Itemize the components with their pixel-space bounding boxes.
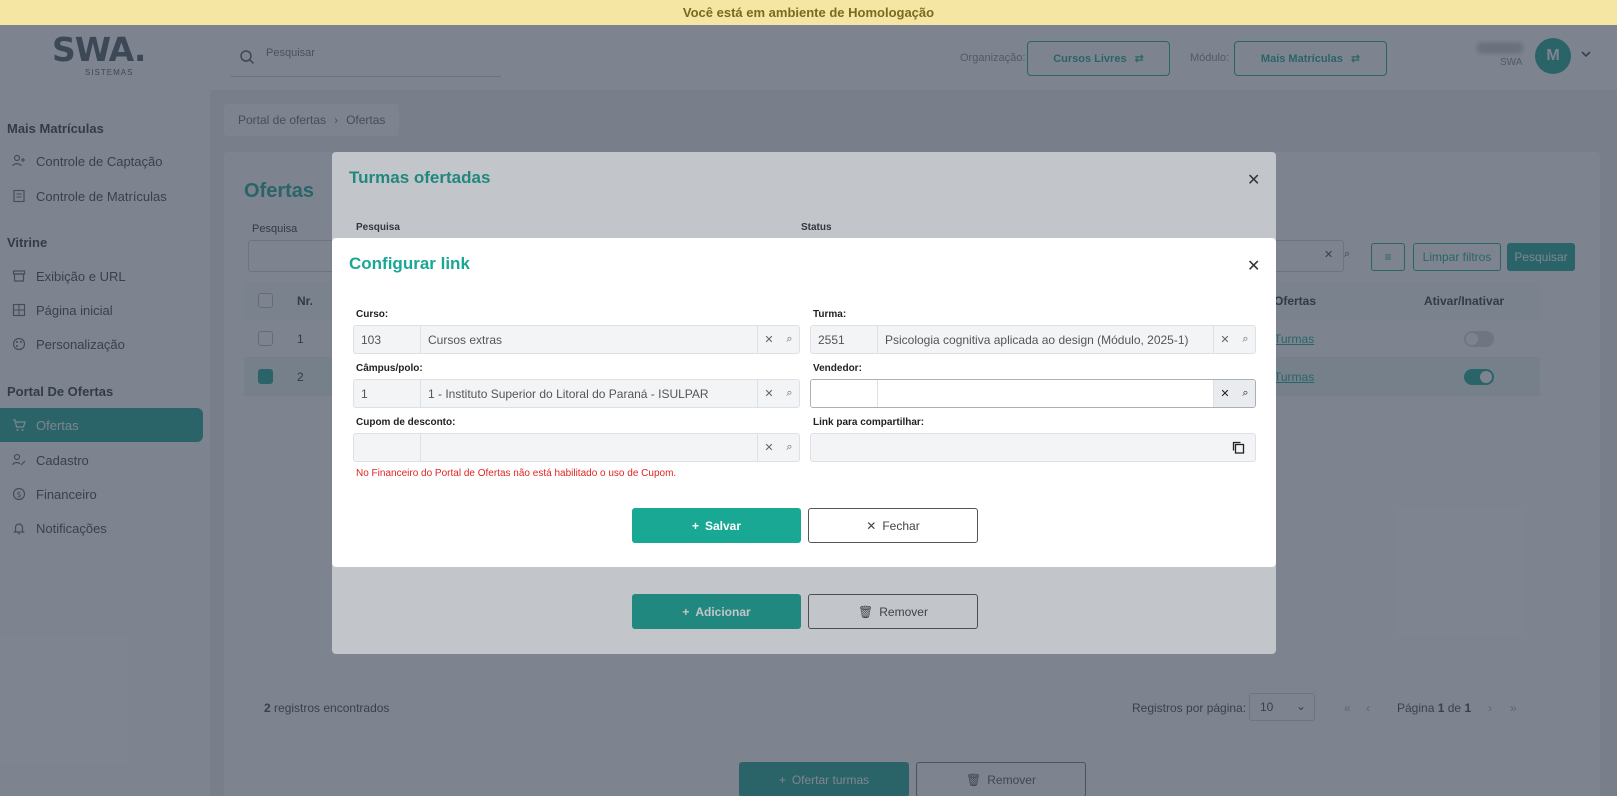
- vendedor-field: ✕ ⌕: [810, 379, 1256, 408]
- close-button[interactable]: ✕ Fechar: [808, 508, 978, 543]
- turma-label: Turma:: [813, 309, 847, 320]
- campus-code[interactable]: 1: [354, 380, 421, 407]
- share-link-field: [810, 433, 1256, 462]
- vendedor-description-input[interactable]: [878, 380, 1213, 407]
- search-icon[interactable]: ⌕: [1242, 333, 1248, 346]
- turma-code[interactable]: 2551: [811, 326, 878, 353]
- search-icon[interactable]: ⌕: [786, 333, 792, 346]
- environment-banner: Você está em ambiente de Homologação: [0, 0, 1617, 25]
- turma-field: 2551 Psicologia cognitiva aplicada ao de…: [810, 325, 1256, 354]
- clear-icon[interactable]: ✕: [1220, 333, 1229, 346]
- curso-description[interactable]: Cursos extras: [421, 326, 757, 353]
- vendedor-code-input[interactable]: [811, 380, 878, 407]
- modal-title: Configurar link: [349, 254, 470, 273]
- cupom-code[interactable]: [354, 434, 421, 461]
- clear-icon[interactable]: ✕: [764, 441, 773, 454]
- clear-icon[interactable]: ✕: [1220, 387, 1229, 400]
- search-icon[interactable]: ⌕: [786, 441, 792, 454]
- curso-label: Curso:: [356, 309, 389, 320]
- campus-label: Câmpus/polo:: [356, 363, 423, 374]
- link-label: Link para compartilhar:: [813, 417, 925, 428]
- cupom-error-message: No Financeiro do Portal de Ofertas não e…: [356, 468, 677, 479]
- turma-description[interactable]: Psicologia cognitiva aplicada ao design …: [878, 326, 1213, 353]
- cupom-label: Cupom de desconto:: [356, 417, 456, 428]
- clear-icon[interactable]: ✕: [764, 333, 773, 346]
- search-icon[interactable]: ⌕: [1242, 387, 1248, 400]
- save-button[interactable]: + Salvar: [632, 508, 801, 543]
- copy-icon[interactable]: [1221, 434, 1255, 461]
- close-label: Fechar: [882, 518, 920, 533]
- save-label: Salvar: [704, 518, 742, 533]
- search-icon[interactable]: ⌕: [786, 387, 792, 400]
- campus-field: 1 1 - Instituto Superior do Litoral do P…: [353, 379, 800, 408]
- vendedor-label: Vendedor:: [813, 363, 862, 374]
- curso-field: 103 Cursos extras ✕ ⌕: [353, 325, 800, 354]
- configurar-link-modal: Configurar link ✕ Curso: 103 Cursos extr…: [332, 238, 1276, 567]
- close-icon[interactable]: ✕: [1247, 256, 1260, 276]
- cupom-field: ✕ ⌕: [353, 433, 800, 462]
- campus-description[interactable]: 1 - Instituto Superior do Litoral do Par…: [421, 380, 757, 407]
- plus-icon: +: [691, 518, 699, 533]
- share-link-value[interactable]: [811, 434, 1221, 461]
- clear-icon[interactable]: ✕: [764, 387, 773, 400]
- cupom-description[interactable]: [421, 434, 757, 461]
- curso-code[interactable]: 103: [354, 326, 421, 353]
- close-icon: ✕: [866, 518, 877, 533]
